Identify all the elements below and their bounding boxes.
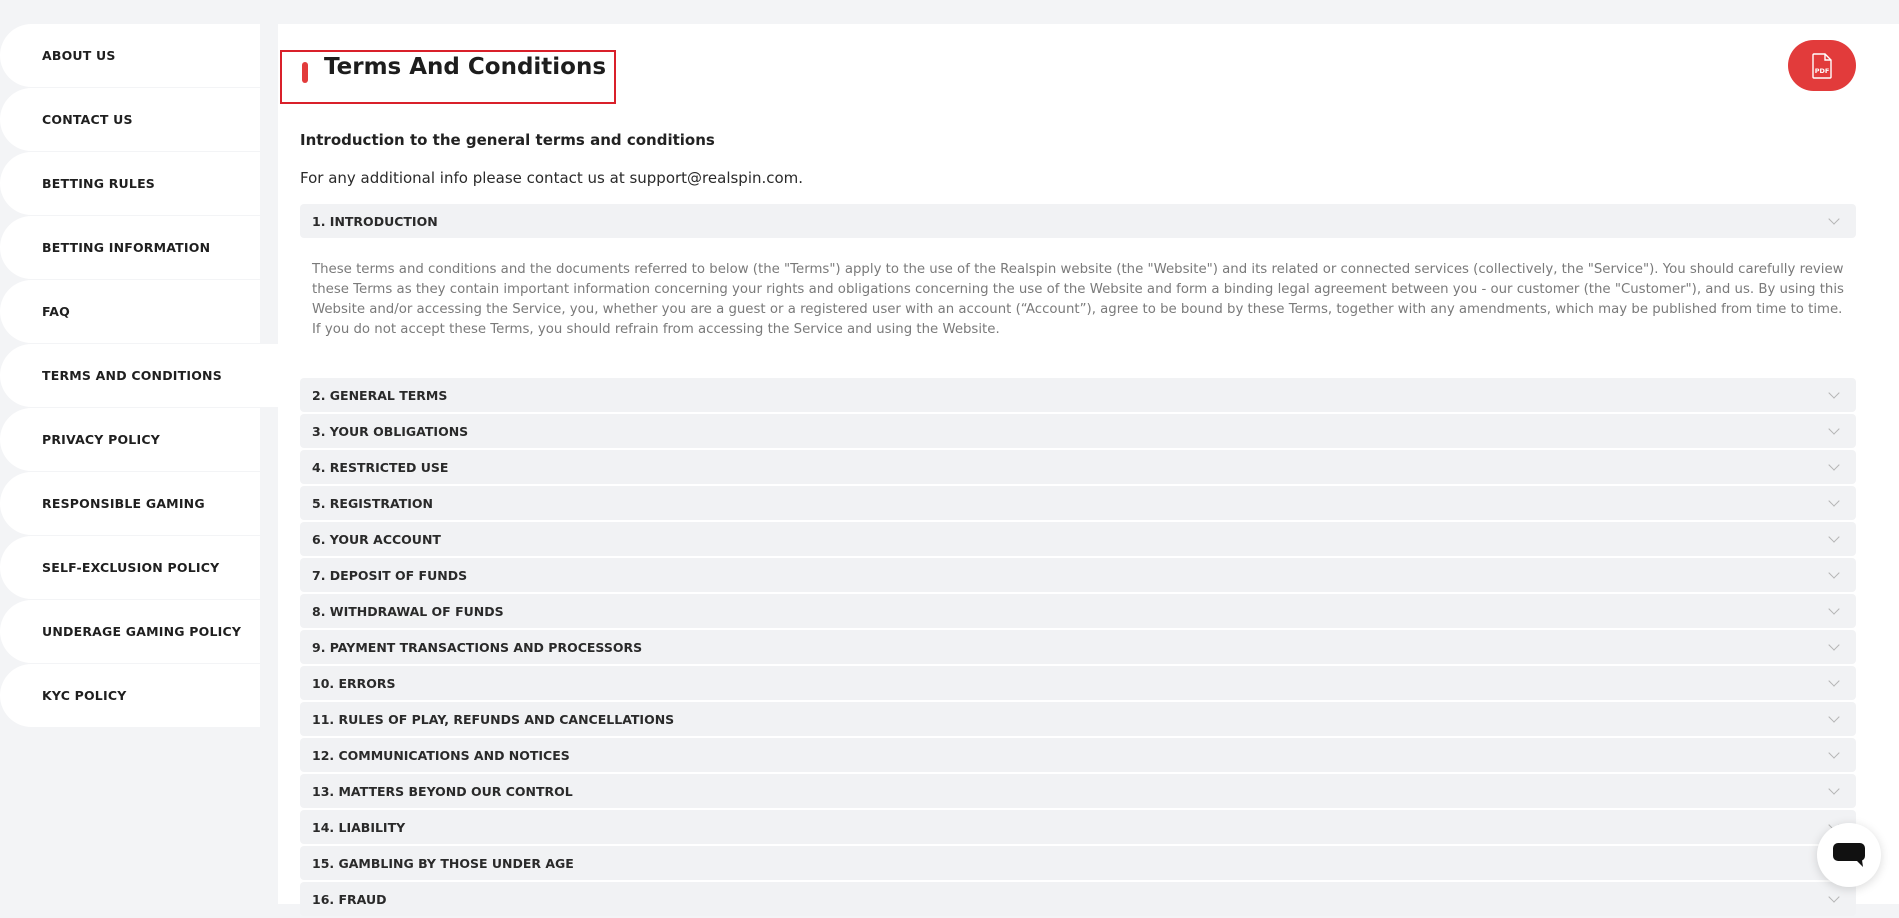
terms-accordion: 1. INTRODUCTION These terms and conditio… [300, 204, 1856, 918]
chat-launcher-button[interactable] [1817, 823, 1881, 887]
chevron-down-icon [1828, 675, 1840, 687]
chevron-down-icon [1828, 387, 1840, 399]
chevron-down-icon [1828, 711, 1840, 723]
chevron-down-icon [1828, 531, 1840, 543]
chevron-down-icon [1828, 567, 1840, 579]
svg-text:PDF: PDF [1815, 67, 1830, 75]
chevron-down-icon [1828, 639, 1840, 651]
sidebar-item-kyc-policy[interactable]: KYC POLICY [0, 664, 260, 727]
accordion-title: 14. LIABILITY [312, 819, 406, 835]
accordion-header-payment-transactions[interactable]: 9. PAYMENT TRANSACTIONS AND PROCESSORS [300, 630, 1856, 664]
accordion-header-rules-of-play[interactable]: 11. RULES OF PLAY, REFUNDS AND CANCELLAT… [300, 702, 1856, 736]
accordion-title: 5. REGISTRATION [312, 495, 433, 511]
sidebar-item-about-us[interactable]: ABOUT US [0, 24, 260, 87]
accordion-title: 16. FRAUD [312, 891, 387, 907]
accordion-header-deposit-of-funds[interactable]: 7. DEPOSIT OF FUNDS [300, 558, 1856, 592]
chevron-down-icon [1828, 459, 1840, 471]
sidebar-item-faq[interactable]: FAQ [0, 280, 260, 343]
chevron-down-icon [1828, 423, 1840, 435]
accordion-title: 4. RESTRICTED USE [312, 459, 449, 475]
title-accent-bar [302, 62, 308, 83]
sidebar-item-betting-rules[interactable]: BETTING RULES [0, 152, 260, 215]
chevron-down-icon [1828, 603, 1840, 615]
contact-info-text: For any additional info please contact u… [300, 169, 804, 187]
accordion-header-matters-beyond-control[interactable]: 13. MATTERS BEYOND OUR CONTROL [300, 774, 1856, 808]
accordion-header-withdrawal-of-funds[interactable]: 8. WITHDRAWAL OF FUNDS [300, 594, 1856, 628]
chevron-down-icon [1828, 747, 1840, 759]
sidebar-item-responsible-gaming[interactable]: RESPONSIBLE GAMING [0, 472, 260, 535]
accordion-header-fraud[interactable]: 16. FRAUD [300, 882, 1856, 916]
accordion-header-your-account[interactable]: 6. YOUR ACCOUNT [300, 522, 1856, 556]
sidebar-item-self-exclusion-policy[interactable]: SELF-EXCLUSION POLICY [0, 536, 260, 599]
sidebar-item-underage-gaming-policy[interactable]: UNDERAGE GAMING POLICY [0, 600, 260, 663]
accordion-header-liability[interactable]: 14. LIABILITY [300, 810, 1856, 844]
accordion-title: 9. PAYMENT TRANSACTIONS AND PROCESSORS [312, 639, 643, 655]
accordion-title: 12. COMMUNICATIONS AND NOTICES [312, 747, 570, 763]
accordion-header-gambling-under-age[interactable]: 15. GAMBLING BY THOSE UNDER AGE [300, 846, 1856, 880]
accordion-title: 1. INTRODUCTION [312, 213, 438, 229]
accordion-title: 7. DEPOSIT OF FUNDS [312, 567, 468, 583]
sidebar: ABOUT US CONTACT US BETTING RULES BETTIN… [0, 24, 278, 728]
chat-bubble-icon [1833, 843, 1865, 867]
sidebar-item-contact-us[interactable]: CONTACT US [0, 88, 260, 151]
page-title: Terms And Conditions [324, 54, 607, 80]
accordion-item: 1. INTRODUCTION These terms and conditio… [300, 204, 1856, 366]
accordion-title: 3. YOUR OBLIGATIONS [312, 423, 469, 439]
chevron-down-icon [1828, 213, 1840, 225]
intro-heading: Introduction to the general terms and co… [300, 131, 715, 149]
chevron-down-icon [1828, 783, 1840, 795]
content-panel: Terms And Conditions PDF Introduction to… [278, 24, 1899, 916]
accordion-header-your-obligations[interactable]: 3. YOUR OBLIGATIONS [300, 414, 1856, 448]
accordion-title: 2. GENERAL TERMS [312, 387, 448, 403]
accordion-title: 6. YOUR ACCOUNT [312, 531, 441, 547]
accordion-header-restricted-use[interactable]: 4. RESTRICTED USE [300, 450, 1856, 484]
pdf-file-icon: PDF [1812, 52, 1832, 79]
accordion-title: 13. MATTERS BEYOND OUR CONTROL [312, 783, 573, 799]
accordion-header-errors[interactable]: 10. ERRORS [300, 666, 1856, 700]
sidebar-item-privacy-policy[interactable]: PRIVACY POLICY [0, 408, 260, 471]
accordion-header-communications[interactable]: 12. COMMUNICATIONS AND NOTICES [300, 738, 1856, 772]
sidebar-item-betting-information[interactable]: BETTING INFORMATION [0, 216, 260, 279]
accordion-title: 11. RULES OF PLAY, REFUNDS AND CANCELLAT… [312, 711, 675, 727]
accordion-header-general-terms[interactable]: 2. GENERAL TERMS [300, 378, 1856, 412]
accordion-title: 10. ERRORS [312, 675, 396, 691]
accordion-header-introduction[interactable]: 1. INTRODUCTION [300, 204, 1856, 238]
chevron-down-icon [1828, 495, 1840, 507]
accordion-title: 8. WITHDRAWAL OF FUNDS [312, 603, 504, 619]
accordion-header-registration[interactable]: 5. REGISTRATION [300, 486, 1856, 520]
chevron-down-icon [1828, 891, 1840, 903]
accordion-title: 15. GAMBLING BY THOSE UNDER AGE [312, 855, 574, 871]
accordion-body-introduction: These terms and conditions and the docum… [312, 262, 1844, 337]
download-pdf-button[interactable]: PDF [1788, 40, 1856, 91]
sidebar-item-terms-and-conditions[interactable]: TERMS AND CONDITIONS [0, 344, 278, 407]
